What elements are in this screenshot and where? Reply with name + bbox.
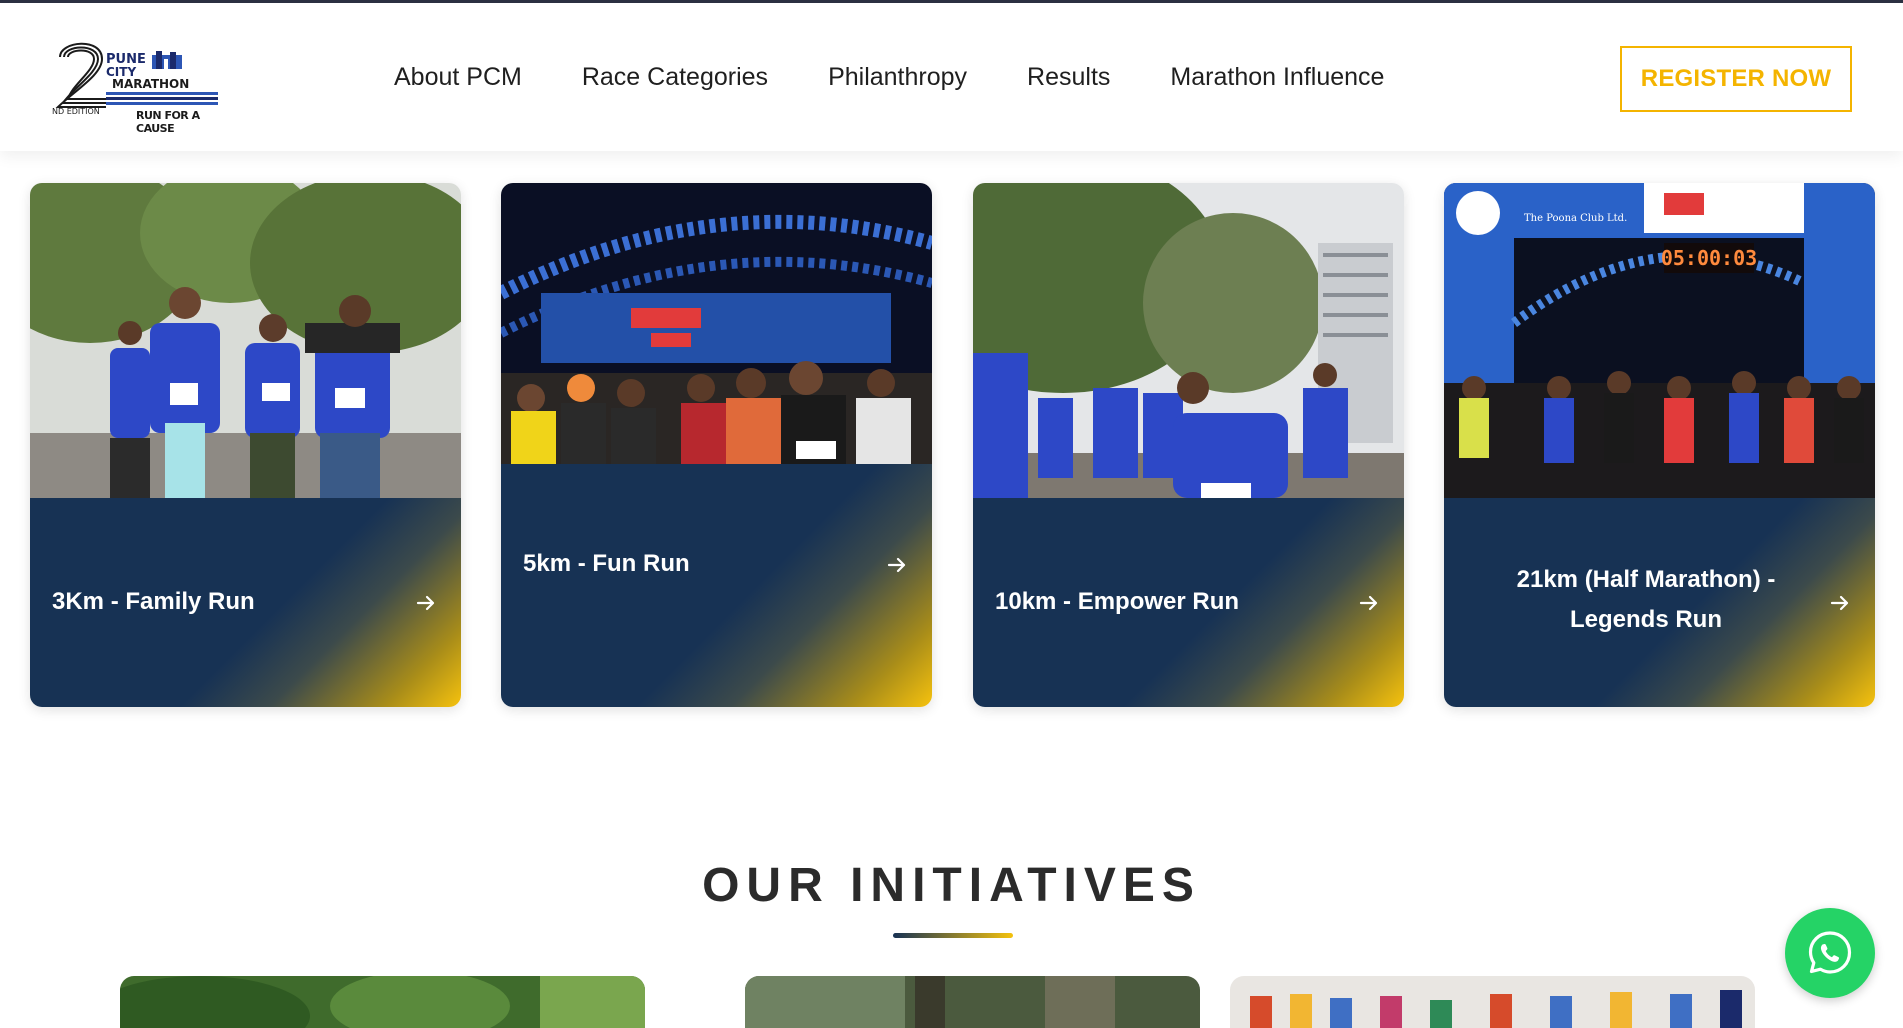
- whatsapp-button[interactable]: [1785, 908, 1875, 998]
- race-card-3km[interactable]: 3Km - Family Run: [30, 183, 461, 707]
- card-title-line2: Legends Run: [1569, 606, 1722, 633]
- logo-tagline: RUN FOR A CAUSE: [136, 109, 200, 135]
- card-title: 10km - Empower Run: [995, 588, 1240, 615]
- site-header: ND EDITION PUNE CITY MARATHON RUN FOR A …: [0, 3, 1903, 151]
- logo-stripes: [106, 92, 218, 107]
- logo-marathon-text: MARATHON: [112, 77, 190, 91]
- initiative-image-trees[interactable]: [120, 976, 645, 1028]
- poona-club-banner-text: The Poona Club Ltd.: [1524, 213, 1627, 224]
- initiative-image-books[interactable]: [1230, 976, 1755, 1028]
- runners-start-arch-night-photo: [501, 183, 932, 464]
- nav-philanthropy[interactable]: Philanthropy: [828, 63, 967, 92]
- card-body: 21km (Half Marathon) - Legends Run: [1444, 498, 1875, 707]
- forest-photo: [745, 976, 1200, 1028]
- initiative-image-forest[interactable]: [745, 976, 1200, 1028]
- runners-empower-run-photo: [973, 183, 1404, 498]
- section-heading-initiatives: OUR INITIATIVES: [702, 859, 1201, 912]
- nav-about-pcm[interactable]: About PCM: [394, 63, 522, 92]
- half-marathon-start-photo: 05:00:03 The Poona Club Ltd.: [1444, 183, 1875, 498]
- trees-photo: [120, 976, 645, 1028]
- arrow-right-icon: [887, 557, 906, 573]
- race-card-10km[interactable]: 10km - Empower Run: [973, 183, 1404, 707]
- nav-race-categories[interactable]: Race Categories: [582, 63, 768, 92]
- pune-city-marathon-logo[interactable]: ND EDITION PUNE CITY MARATHON RUN FOR A …: [50, 31, 220, 135]
- main-nav: About PCM Race Categories Philanthropy R…: [394, 63, 1444, 92]
- race-clock-text: 05:00:03: [1661, 246, 1757, 270]
- whatsapp-icon: [1808, 931, 1852, 974]
- books-stall-photo: [1230, 976, 1755, 1028]
- card-title: 21km (Half Marathon) - Legends Run: [1466, 560, 1826, 640]
- nav-marathon-influence[interactable]: Marathon Influence: [1170, 63, 1384, 92]
- card-body: 10km - Empower Run: [973, 498, 1404, 707]
- card-body: 5km - Fun Run: [501, 464, 932, 707]
- runners-family-run-photo: [30, 183, 461, 498]
- nav-results[interactable]: Results: [1027, 63, 1110, 92]
- arrow-right-icon: [1359, 595, 1378, 611]
- card-title: 5km - Fun Run: [523, 550, 690, 577]
- race-card-21km[interactable]: 05:00:03 The Poona Club Ltd. 21km (Half …: [1444, 183, 1875, 707]
- card-body: 3Km - Family Run: [30, 498, 461, 707]
- edition-label: ND EDITION: [52, 107, 100, 116]
- arrow-right-icon: [1830, 595, 1849, 611]
- card-title-line1: 21km (Half Marathon) -: [1516, 566, 1776, 593]
- city-skyline-icon: [152, 51, 182, 69]
- heading-underline: [893, 933, 1013, 938]
- arrow-right-icon: [416, 595, 435, 611]
- register-now-button[interactable]: REGISTER NOW: [1620, 46, 1852, 112]
- card-title: 3Km - Family Run: [52, 588, 255, 615]
- edition-two-icon: [55, 42, 106, 108]
- race-card-5km[interactable]: 5km - Fun Run: [501, 183, 932, 707]
